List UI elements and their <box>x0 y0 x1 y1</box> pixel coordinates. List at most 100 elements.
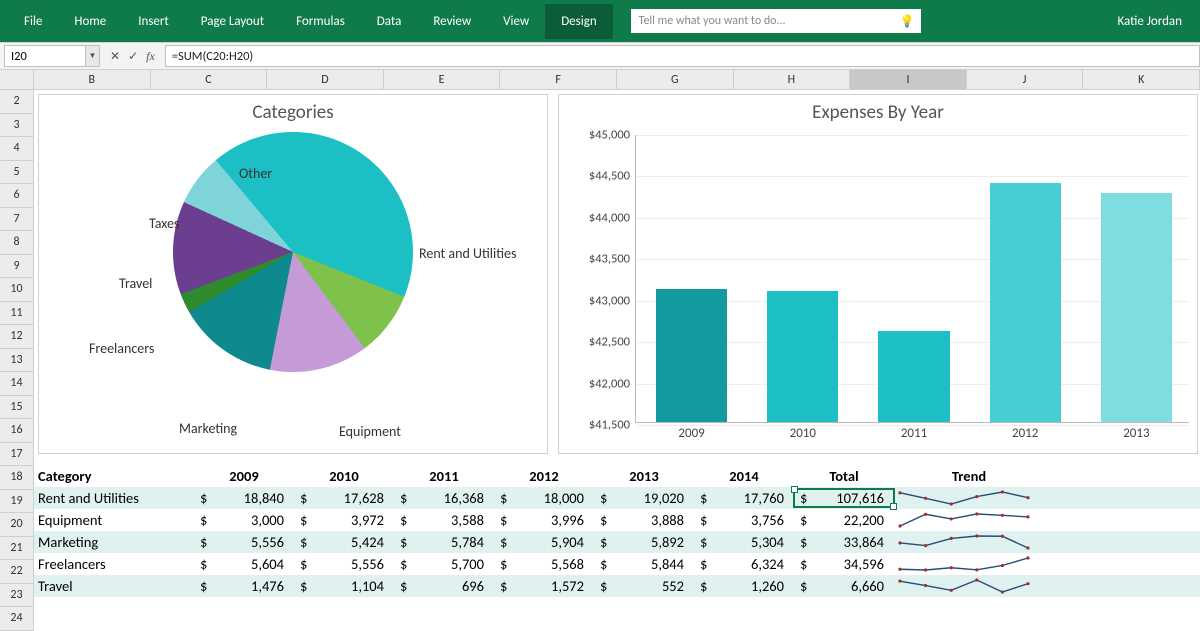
sparkline-cell[interactable] <box>894 554 1044 574</box>
ribbon-tab-page-layout[interactable]: Page Layout <box>185 4 280 39</box>
row-header-6[interactable]: 6 <box>0 184 34 208</box>
value-cell[interactable]: $18,840 <box>194 489 294 507</box>
category-cell[interactable]: Rent and Utilities <box>34 489 194 507</box>
value-cell[interactable]: $1,572 <box>494 577 594 595</box>
value-cell[interactable]: $3,756 <box>694 511 794 529</box>
sparkline-cell[interactable] <box>894 532 1044 552</box>
bar-chart[interactable]: Expenses By Year $41,500$42,000$42,500$4… <box>558 94 1198 454</box>
col-header-G[interactable]: G <box>617 70 734 90</box>
value-cell[interactable]: $5,892 <box>594 533 694 551</box>
row-header-3[interactable]: 3 <box>0 114 34 138</box>
table-header-cell[interactable]: 2009 <box>194 467 294 485</box>
value-cell[interactable]: $1,104 <box>294 577 394 595</box>
value-cell[interactable]: $5,700 <box>394 555 494 573</box>
value-cell[interactable]: $1,260 <box>694 577 794 595</box>
ribbon-tab-view[interactable]: View <box>487 4 545 39</box>
row-header-13[interactable]: 13 <box>0 349 34 373</box>
total-cell[interactable]: $22,200 <box>794 511 894 529</box>
col-header-I[interactable]: I <box>850 70 967 90</box>
table-header-cell[interactable]: 2014 <box>694 467 794 485</box>
ribbon-tab-data[interactable]: Data <box>361 4 418 39</box>
table-header-cell[interactable]: Total <box>794 467 894 485</box>
row-header-17[interactable]: 17 <box>0 443 34 467</box>
value-cell[interactable]: $3,588 <box>394 511 494 529</box>
row-header-23[interactable]: 23 <box>0 584 34 608</box>
row-header-16[interactable]: 16 <box>0 419 34 443</box>
col-header-H[interactable]: H <box>734 70 851 90</box>
table-header-cell[interactable]: Category <box>34 467 194 485</box>
row-header-11[interactable]: 11 <box>0 302 34 326</box>
row-header-7[interactable]: 7 <box>0 208 34 232</box>
value-cell[interactable]: $3,972 <box>294 511 394 529</box>
value-cell[interactable]: $19,020 <box>594 489 694 507</box>
row-header-12[interactable]: 12 <box>0 325 34 349</box>
row-header-21[interactable]: 21 <box>0 537 34 561</box>
ribbon-tab-insert[interactable]: Insert <box>122 4 185 39</box>
value-cell[interactable]: $1,476 <box>194 577 294 595</box>
value-cell[interactable]: $5,304 <box>694 533 794 551</box>
col-header-F[interactable]: F <box>500 70 617 90</box>
ribbon-tab-home[interactable]: Home <box>58 4 122 39</box>
ribbon-tab-file[interactable]: File <box>8 4 58 39</box>
value-cell[interactable]: $5,424 <box>294 533 394 551</box>
value-cell[interactable]: $5,904 <box>494 533 594 551</box>
value-cell[interactable]: $5,568 <box>494 555 594 573</box>
total-cell[interactable]: $33,864 <box>794 533 894 551</box>
value-cell[interactable]: $17,760 <box>694 489 794 507</box>
table-header-cell[interactable]: 2013 <box>594 467 694 485</box>
col-header-K[interactable]: K <box>1083 70 1200 90</box>
category-cell[interactable]: Equipment <box>34 511 194 529</box>
row-header-15[interactable]: 15 <box>0 396 34 420</box>
category-cell[interactable]: Travel <box>34 577 194 595</box>
value-cell[interactable]: $5,556 <box>294 555 394 573</box>
select-all-corner[interactable] <box>0 70 34 90</box>
user-name[interactable]: Katie Jordan <box>1117 14 1182 29</box>
accept-icon[interactable]: ✓ <box>128 49 138 64</box>
row-header-5[interactable]: 5 <box>0 161 34 185</box>
value-cell[interactable]: $5,604 <box>194 555 294 573</box>
col-header-E[interactable]: E <box>384 70 501 90</box>
sheet-content[interactable]: Categories Rent and UtilitiesEquipmentMa… <box>34 90 1200 630</box>
name-box-dropdown[interactable]: ▼ <box>86 45 100 67</box>
col-header-J[interactable]: J <box>967 70 1084 90</box>
ribbon-tab-formulas[interactable]: Formulas <box>280 4 361 39</box>
value-cell[interactable]: $18,000 <box>494 489 594 507</box>
table-header-cell[interactable]: 2010 <box>294 467 394 485</box>
ribbon-tab-design[interactable]: Design <box>545 4 612 39</box>
value-cell[interactable]: $16,368 <box>394 489 494 507</box>
row-header-24[interactable]: 24 <box>0 607 34 631</box>
row-header-14[interactable]: 14 <box>0 372 34 396</box>
row-header-10[interactable]: 10 <box>0 278 34 302</box>
formula-input[interactable]: =SUM(C20:H20) <box>165 45 1200 67</box>
fx-icon[interactable]: fx <box>146 49 155 64</box>
value-cell[interactable]: $5,556 <box>194 533 294 551</box>
sparkline-cell[interactable] <box>894 510 1044 530</box>
col-header-D[interactable]: D <box>267 70 384 90</box>
sparkline-cell[interactable] <box>894 576 1044 596</box>
row-header-9[interactable]: 9 <box>0 255 34 279</box>
row-header-22[interactable]: 22 <box>0 560 34 584</box>
row-header-20[interactable]: 20 <box>0 513 34 537</box>
value-cell[interactable]: $5,844 <box>594 555 694 573</box>
total-cell[interactable]: $6,660 <box>794 577 894 595</box>
category-cell[interactable]: Freelancers <box>34 555 194 573</box>
value-cell[interactable]: $3,000 <box>194 511 294 529</box>
sparkline-cell[interactable] <box>894 488 1044 508</box>
value-cell[interactable]: $3,888 <box>594 511 694 529</box>
row-header-19[interactable]: 19 <box>0 490 34 514</box>
row-header-8[interactable]: 8 <box>0 231 34 255</box>
value-cell[interactable]: $3,996 <box>494 511 594 529</box>
value-cell[interactable]: $696 <box>394 577 494 595</box>
tellme-search[interactable]: Tell me what you want to do... 💡 <box>631 9 921 33</box>
value-cell[interactable]: $5,784 <box>394 533 494 551</box>
cancel-icon[interactable]: ✕ <box>110 49 120 64</box>
row-header-2[interactable]: 2 <box>0 90 34 114</box>
table-header-cell[interactable]: 2012 <box>494 467 594 485</box>
col-header-C[interactable]: C <box>151 70 268 90</box>
col-header-B[interactable]: B <box>34 70 151 90</box>
value-cell[interactable]: $17,628 <box>294 489 394 507</box>
ribbon-tab-review[interactable]: Review <box>417 4 487 39</box>
total-cell[interactable]: $107,616 <box>794 489 894 507</box>
row-header-18[interactable]: 18 <box>0 466 34 490</box>
value-cell[interactable]: $6,324 <box>694 555 794 573</box>
